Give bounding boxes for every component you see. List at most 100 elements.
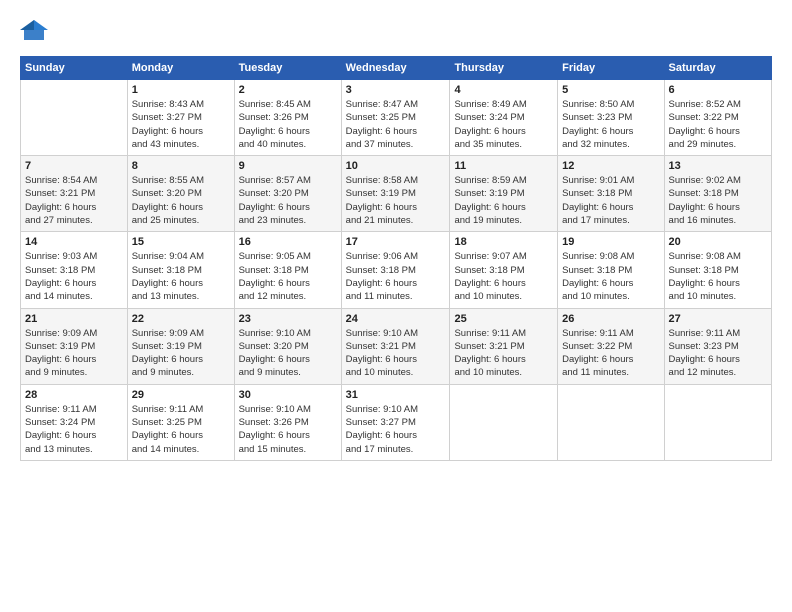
day-detail: Sunrise: 9:09 AM Sunset: 3:19 PM Dayligh… xyxy=(132,327,230,380)
day-number: 11 xyxy=(454,160,553,172)
weekday-header-sunday: Sunday xyxy=(21,57,128,80)
day-number: 4 xyxy=(454,84,553,96)
calendar-cell: 4 Sunrise: 8:49 AM Sunset: 3:24 PM Daylig… xyxy=(450,80,558,156)
day-detail: Sunrise: 9:11 AM Sunset: 3:23 PM Dayligh… xyxy=(669,327,767,380)
calendar-cell xyxy=(558,384,664,460)
calendar-week-3: 14 Sunrise: 9:03 AM Sunset: 3:18 PM Dayli… xyxy=(21,232,772,308)
calendar-cell: 17Sunrise: 9:06 AM Sunset: 3:18 PM Dayli… xyxy=(341,232,450,308)
day-number: 25 xyxy=(454,313,553,325)
calendar-cell: 1 Sunrise: 8:43 AM Sunset: 3:27 PM Daylig… xyxy=(127,80,234,156)
day-number: 27 xyxy=(669,313,767,325)
day-number: 2 xyxy=(239,84,337,96)
day-detail: Sunrise: 8:55 AM Sunset: 3:20 PM Dayligh… xyxy=(132,174,230,227)
calendar-cell: 19Sunrise: 9:08 AM Sunset: 3:18 PM Dayli… xyxy=(558,232,664,308)
day-number: 26 xyxy=(562,313,659,325)
day-number: 12 xyxy=(562,160,659,172)
day-number: 14 xyxy=(25,236,123,248)
calendar-cell: 8 Sunrise: 8:55 AM Sunset: 3:20 PM Daylig… xyxy=(127,156,234,232)
day-number: 13 xyxy=(669,160,767,172)
calendar-cell: 10 Sunrise: 8:58 AM Sunset: 3:19 PM Dayli… xyxy=(341,156,450,232)
weekday-header-saturday: Saturday xyxy=(664,57,771,80)
calendar-cell xyxy=(21,80,128,156)
page: SundayMondayTuesdayWednesdayThursdayFrid… xyxy=(0,0,792,612)
calendar-cell: 30Sunrise: 9:10 AM Sunset: 3:26 PM Dayli… xyxy=(234,384,341,460)
calendar-cell: 18Sunrise: 9:07 AM Sunset: 3:18 PM Dayli… xyxy=(450,232,558,308)
day-number: 18 xyxy=(454,236,553,248)
day-detail: Sunrise: 9:09 AM Sunset: 3:19 PM Dayligh… xyxy=(25,327,123,380)
calendar-cell: 29 Sunrise: 9:11 AM Sunset: 3:25 PM Dayli… xyxy=(127,384,234,460)
day-detail: Sunrise: 9:11 AM Sunset: 3:22 PM Dayligh… xyxy=(562,327,659,380)
calendar-header: SundayMondayTuesdayWednesdayThursdayFrid… xyxy=(21,57,772,80)
logo xyxy=(20,18,52,46)
day-detail: Sunrise: 9:10 AM Sunset: 3:27 PM Dayligh… xyxy=(346,403,446,456)
calendar-cell: 24 Sunrise: 9:10 AM Sunset: 3:21 PM Dayli… xyxy=(341,308,450,384)
day-number: 24 xyxy=(346,313,446,325)
calendar-cell: 2 Sunrise: 8:45 AM Sunset: 3:26 PM Daylig… xyxy=(234,80,341,156)
day-detail: Sunrise: 8:50 AM Sunset: 3:23 PM Dayligh… xyxy=(562,98,659,151)
calendar-cell: 11Sunrise: 8:59 AM Sunset: 3:19 PM Dayli… xyxy=(450,156,558,232)
calendar-cell: 6Sunrise: 8:52 AM Sunset: 3:22 PM Daylig… xyxy=(664,80,771,156)
day-number: 31 xyxy=(346,389,446,401)
day-number: 30 xyxy=(239,389,337,401)
calendar-cell: 22Sunrise: 9:09 AM Sunset: 3:19 PM Dayli… xyxy=(127,308,234,384)
weekday-header-friday: Friday xyxy=(558,57,664,80)
weekday-header-wednesday: Wednesday xyxy=(341,57,450,80)
calendar-cell: 23 Sunrise: 9:10 AM Sunset: 3:20 PM Dayli… xyxy=(234,308,341,384)
day-detail: Sunrise: 9:03 AM Sunset: 3:18 PM Dayligh… xyxy=(25,250,123,303)
day-detail: Sunrise: 8:43 AM Sunset: 3:27 PM Dayligh… xyxy=(132,98,230,151)
calendar-cell: 20 Sunrise: 9:08 AM Sunset: 3:18 PM Dayli… xyxy=(664,232,771,308)
day-detail: Sunrise: 9:08 AM Sunset: 3:18 PM Dayligh… xyxy=(669,250,767,303)
day-number: 10 xyxy=(346,160,446,172)
calendar-cell: 14 Sunrise: 9:03 AM Sunset: 3:18 PM Dayli… xyxy=(21,232,128,308)
day-detail: Sunrise: 9:01 AM Sunset: 3:18 PM Dayligh… xyxy=(562,174,659,227)
header xyxy=(20,18,772,46)
day-number: 6 xyxy=(669,84,767,96)
calendar-cell: 5 Sunrise: 8:50 AM Sunset: 3:23 PM Daylig… xyxy=(558,80,664,156)
day-detail: Sunrise: 9:11 AM Sunset: 3:21 PM Dayligh… xyxy=(454,327,553,380)
logo-icon xyxy=(20,18,48,46)
calendar-cell: 7 Sunrise: 8:54 AM Sunset: 3:21 PM Daylig… xyxy=(21,156,128,232)
day-number: 29 xyxy=(132,389,230,401)
day-detail: Sunrise: 9:10 AM Sunset: 3:20 PM Dayligh… xyxy=(239,327,337,380)
day-number: 23 xyxy=(239,313,337,325)
calendar-week-4: 21 Sunrise: 9:09 AM Sunset: 3:19 PM Dayli… xyxy=(21,308,772,384)
calendar-cell xyxy=(664,384,771,460)
day-number: 5 xyxy=(562,84,659,96)
calendar-body: 1 Sunrise: 8:43 AM Sunset: 3:27 PM Daylig… xyxy=(21,80,772,461)
day-detail: Sunrise: 8:45 AM Sunset: 3:26 PM Dayligh… xyxy=(239,98,337,151)
weekday-header-tuesday: Tuesday xyxy=(234,57,341,80)
day-number: 28 xyxy=(25,389,123,401)
day-number: 20 xyxy=(669,236,767,248)
calendar-cell: 3Sunrise: 8:47 AM Sunset: 3:25 PM Daylig… xyxy=(341,80,450,156)
day-detail: Sunrise: 9:10 AM Sunset: 3:21 PM Dayligh… xyxy=(346,327,446,380)
day-detail: Sunrise: 8:58 AM Sunset: 3:19 PM Dayligh… xyxy=(346,174,446,227)
day-detail: Sunrise: 9:05 AM Sunset: 3:18 PM Dayligh… xyxy=(239,250,337,303)
calendar-cell: 26 Sunrise: 9:11 AM Sunset: 3:22 PM Dayli… xyxy=(558,308,664,384)
day-detail: Sunrise: 9:11 AM Sunset: 3:25 PM Dayligh… xyxy=(132,403,230,456)
calendar-cell: 21 Sunrise: 9:09 AM Sunset: 3:19 PM Dayli… xyxy=(21,308,128,384)
calendar-cell: 15Sunrise: 9:04 AM Sunset: 3:18 PM Dayli… xyxy=(127,232,234,308)
day-number: 19 xyxy=(562,236,659,248)
weekday-header-row: SundayMondayTuesdayWednesdayThursdayFrid… xyxy=(21,57,772,80)
day-detail: Sunrise: 9:02 AM Sunset: 3:18 PM Dayligh… xyxy=(669,174,767,227)
day-number: 8 xyxy=(132,160,230,172)
calendar-cell: 25 Sunrise: 9:11 AM Sunset: 3:21 PM Dayli… xyxy=(450,308,558,384)
calendar-cell: 27 Sunrise: 9:11 AM Sunset: 3:23 PM Dayli… xyxy=(664,308,771,384)
calendar-week-2: 7 Sunrise: 8:54 AM Sunset: 3:21 PM Daylig… xyxy=(21,156,772,232)
calendar-cell: 16Sunrise: 9:05 AM Sunset: 3:18 PM Dayli… xyxy=(234,232,341,308)
weekday-header-monday: Monday xyxy=(127,57,234,80)
calendar-table: SundayMondayTuesdayWednesdayThursdayFrid… xyxy=(20,56,772,461)
day-number: 3 xyxy=(346,84,446,96)
calendar-week-1: 1 Sunrise: 8:43 AM Sunset: 3:27 PM Daylig… xyxy=(21,80,772,156)
day-detail: Sunrise: 8:57 AM Sunset: 3:20 PM Dayligh… xyxy=(239,174,337,227)
weekday-header-thursday: Thursday xyxy=(450,57,558,80)
day-detail: Sunrise: 9:11 AM Sunset: 3:24 PM Dayligh… xyxy=(25,403,123,456)
calendar-cell: 31 Sunrise: 9:10 AM Sunset: 3:27 PM Dayli… xyxy=(341,384,450,460)
day-number: 7 xyxy=(25,160,123,172)
calendar-cell xyxy=(450,384,558,460)
day-detail: Sunrise: 8:54 AM Sunset: 3:21 PM Dayligh… xyxy=(25,174,123,227)
day-detail: Sunrise: 8:49 AM Sunset: 3:24 PM Dayligh… xyxy=(454,98,553,151)
day-number: 1 xyxy=(132,84,230,96)
day-number: 21 xyxy=(25,313,123,325)
calendar-cell: 9Sunrise: 8:57 AM Sunset: 3:20 PM Daylig… xyxy=(234,156,341,232)
